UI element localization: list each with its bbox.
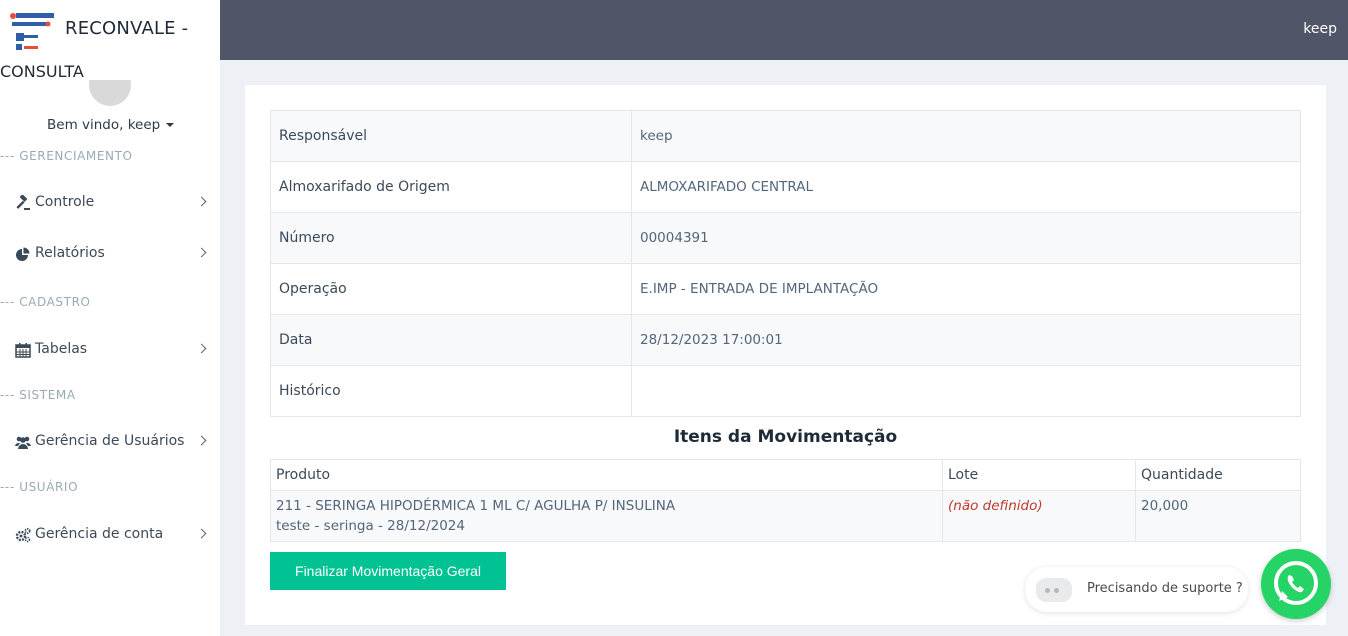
sidebar-item-controle[interactable]: Controle [0,183,220,223]
detail-value [631,365,1301,417]
produto-description: 211 - SERINGA HIPODÉRMICA 1 ML C/ AGULHA… [276,498,676,514]
table-header-row: Produto Lote Quantidade [270,459,1301,491]
sidebar-item-label: Gerência de Usuários [35,433,185,449]
section-sistema: --- SISTEMA [0,388,76,402]
table-row: Operação E.IMP - ENTRADA DE IMPLANTAÇÃO [270,263,1301,315]
sidebar-item-label: Tabelas [35,341,88,357]
reconvale-logo[interactable] [4,9,56,53]
detail-value: 28/12/2023 17:00:01 [631,314,1301,366]
detail-label: Número [270,212,632,264]
chevron-right-icon [196,247,207,258]
detail-label: Responsável [270,110,632,162]
table-row: Histórico [270,365,1301,417]
items-table: Produto Lote Quantidade 211 - SERINGA HI… [270,459,1301,542]
lote-undefined-text: (não definido) [948,498,1043,514]
chevron-right-icon [196,343,207,354]
calendar-icon [15,343,31,358]
table-row: 211 - SERINGA HIPODÉRMICA 1 ML C/ AGULHA… [270,490,1301,542]
column-header-produto: Produto [270,459,943,491]
brand-subtitle: CONSULTA [0,62,84,81]
table-row: Almoxarifado de Origem ALMOXARIFADO CENTR… [270,161,1301,213]
cell-quantidade: 20,000 [1135,490,1301,542]
welcome-text: Bem vindo, keep [47,117,161,133]
detail-label: Data [270,314,632,366]
sidebar-item-label: Relatórios [35,245,105,261]
detail-value: ALMOXARIFADO CENTRAL [631,161,1301,213]
topbar-user-name[interactable]: keep [1303,21,1337,37]
detail-label: Operação [270,263,632,315]
caret-down-icon [166,123,175,127]
table-row: Data 28/12/2023 17:00:01 [270,314,1301,366]
finalize-movement-button[interactable]: Finalizar Movimentação Geral [270,552,506,590]
sidebar-item-gerencia-usuarios[interactable]: Gerência de Usuários [0,422,220,462]
whatsapp-button[interactable] [1261,549,1331,619]
gavel-icon [16,195,30,210]
sidebar-item-relatorios[interactable]: Relatórios [0,234,220,274]
chat-bubble-icon [1036,578,1072,602]
support-chat-prompt[interactable]: Precisando de suporte ? [1025,567,1248,612]
brand-title: RECONVALE - [65,18,189,39]
column-header-lote: Lote [942,459,1136,491]
avatar[interactable] [89,80,131,106]
sidebar-item-tabelas[interactable]: Tabelas [0,330,220,370]
sidebar-item-label: Controle [35,194,95,210]
movement-details-table: Responsável keep Almoxarifado de Origem AL… [270,110,1301,417]
users-icon [15,436,31,449]
detail-value: 00004391 [631,212,1301,264]
chevron-right-icon [196,196,207,207]
detail-label: Almoxarifado de Origem [270,161,632,213]
whatsapp-icon [1274,561,1318,605]
section-cadastro: --- CADASTRO [0,295,91,309]
items-section-title: Itens da Movimentação [673,427,898,447]
detail-value: keep [631,110,1301,162]
column-header-quantidade: Quantidade [1135,459,1301,491]
detail-label: Histórico [270,365,632,417]
table-row: Responsável keep [270,110,1301,162]
detail-value: E.IMP - ENTRADA DE IMPLANTAÇÃO [631,263,1301,315]
pie-chart-icon [16,247,30,261]
cell-produto: 211 - SERINGA HIPODÉRMICA 1 ML C/ AGULHA… [270,490,943,542]
chevron-right-icon [196,528,207,539]
section-gerenciamento: --- GERENCIAMENTO [0,149,133,163]
movement-details-card: Responsável keep Almoxarifado de Origem AL… [245,85,1326,625]
topbar: keep [220,0,1348,60]
cell-lote: (não definido) [942,490,1136,542]
sidebar-item-label: Gerência de conta [35,526,164,542]
brand: RECONVALE - CONSULTA [0,0,220,90]
table-row: Número 00004391 [270,212,1301,264]
chevron-right-icon [196,435,207,446]
sidebar: RECONVALE - CONSULTA Bem vindo, keep ---… [0,0,220,636]
sidebar-item-gerencia-conta[interactable]: Gerência de conta [0,515,220,555]
cogs-icon [15,527,31,543]
produto-lot-info: teste - seringa - 28/12/2024 [276,518,465,534]
support-label: Precisando de suporte ? [1087,581,1243,596]
section-usuario: --- USUÁRIO [0,480,79,494]
user-menu-toggle[interactable]: Bem vindo, keep [47,117,175,133]
